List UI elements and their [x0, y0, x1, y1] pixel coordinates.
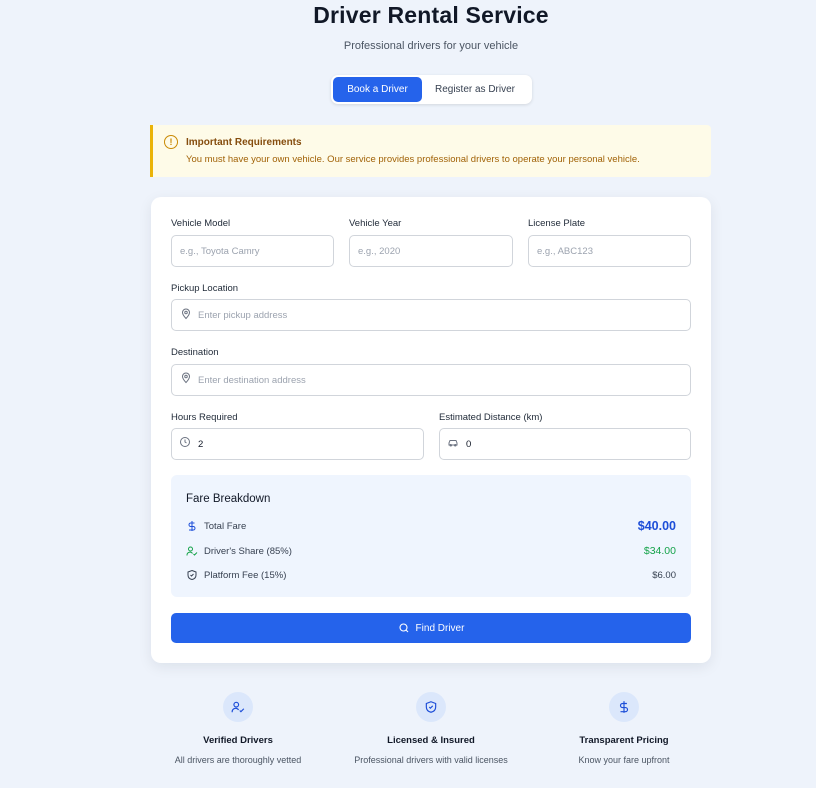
booking-form-card: Vehicle Model Vehicle Year License Plate… [151, 197, 711, 663]
fare-title: Fare Breakdown [186, 493, 271, 505]
feature-licensed: Licensed & Insured Professional drivers … [341, 692, 521, 765]
feature-title: Transparent Pricing [579, 735, 669, 746]
fare-breakdown: Fare Breakdown Total Fare $40.00 Driver'… [171, 475, 691, 597]
vehicle-year-input[interactable] [349, 235, 513, 267]
license-plate-label: License Plate [528, 218, 586, 229]
distance-label: Estimated Distance (km) [439, 412, 543, 423]
tab-register-driver[interactable]: Register as Driver [422, 77, 528, 102]
alert-text: You must have your own vehicle. Our serv… [186, 154, 640, 165]
car-icon [448, 440, 458, 447]
fare-row-total: Total Fare $40.00 [186, 518, 676, 534]
feature-desc: Know your fare upfront [578, 755, 670, 765]
mode-tabs: Book a Driver Register as Driver [331, 75, 532, 104]
vehicle-model-input[interactable] [171, 235, 334, 267]
user-check-icon [186, 546, 198, 556]
vehicle-year-label: Vehicle Year [349, 218, 402, 229]
map-pin-icon [181, 308, 191, 320]
total-fare-value: $40.00 [637, 519, 676, 533]
shield-check-icon [425, 701, 437, 713]
distance-input[interactable] [439, 428, 691, 460]
hours-label: Hours Required [171, 412, 238, 423]
feature-desc: Professional drivers with valid licenses [354, 755, 508, 765]
find-driver-button[interactable]: Find Driver [171, 613, 691, 643]
pickup-input[interactable] [171, 299, 691, 331]
fare-row-driver: Driver's Share (85%) $34.00 [186, 543, 676, 559]
tab-book-driver[interactable]: Book a Driver [333, 77, 422, 102]
dollar-icon [619, 701, 629, 713]
page-subtitle: Professional drivers for your vehicle [343, 40, 519, 52]
feature-title: Licensed & Insured [387, 735, 475, 746]
destination-label: Destination [171, 347, 219, 358]
map-pin-icon [181, 372, 191, 384]
pickup-label: Pickup Location [171, 283, 239, 294]
vehicle-model-label: Vehicle Model [171, 218, 231, 229]
find-driver-label: Find Driver [415, 622, 465, 634]
alert-circle-icon: ! [164, 135, 178, 149]
hours-input[interactable] [171, 428, 424, 460]
feature-verified: Verified Drivers All drivers are thoroug… [148, 692, 328, 765]
total-fare-label: Total Fare [204, 520, 247, 532]
license-plate-input[interactable] [528, 235, 691, 267]
dollar-icon [188, 521, 196, 531]
platform-fee-value: $6.00 [652, 569, 676, 581]
driver-share-label: Driver's Share (85%) [204, 545, 292, 557]
requirements-alert: ! Important Requirements You must have y… [150, 125, 711, 177]
feature-desc: All drivers are thoroughly vetted [174, 755, 302, 765]
feature-title: Verified Drivers [203, 735, 273, 746]
shield-icon [187, 569, 197, 581]
platform-fee-label: Platform Fee (15%) [204, 569, 287, 581]
user-check-icon [231, 701, 245, 713]
alert-title: Important Requirements [186, 137, 302, 148]
destination-input[interactable] [171, 364, 691, 396]
feature-pricing: Transparent Pricing Know your fare upfro… [534, 692, 714, 765]
driver-share-value: $34.00 [643, 545, 676, 557]
page-title: Driver Rental Service [313, 2, 549, 28]
search-icon [398, 623, 408, 633]
fare-row-platform: Platform Fee (15%) $6.00 [186, 567, 676, 583]
clock-icon [180, 437, 190, 447]
